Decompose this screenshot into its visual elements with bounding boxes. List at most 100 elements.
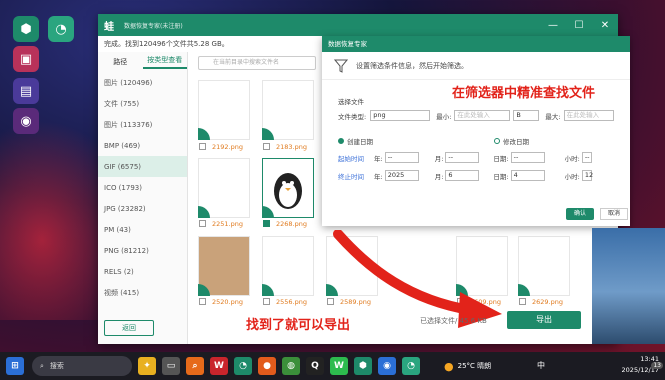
file-checkbox[interactable]: [519, 298, 526, 305]
category-item[interactable]: RELS (2): [98, 261, 187, 282]
filter-dialog: 数据恢复专家 设置筛选条件信息，然后开始筛选。 选择文件 文件类型: png 最…: [322, 36, 630, 226]
file-thumbnail[interactable]: [198, 158, 250, 218]
search-input[interactable]: 在当前目录中搜索文件名: [198, 56, 316, 70]
radio-modified[interactable]: [494, 138, 500, 144]
search-icon: ⌕: [40, 361, 44, 370]
category-item[interactable]: PM (43): [98, 219, 187, 240]
file-checkbox[interactable]: [263, 143, 270, 150]
app-teal-icon[interactable]: ◔: [402, 357, 420, 375]
start-month-select[interactable]: --: [445, 152, 480, 163]
max-input[interactable]: 在此处输入: [563, 110, 614, 121]
file-name: 2629.png: [532, 298, 563, 306]
penguin-image: [274, 173, 302, 209]
wechat-icon[interactable]: W: [330, 357, 348, 375]
export-button[interactable]: 导出: [507, 311, 581, 329]
end-hour-select[interactable]: 12: [581, 170, 593, 181]
ime-indicator[interactable]: 中: [537, 360, 545, 371]
file-thumbnail[interactable]: [198, 236, 250, 296]
minimize-button[interactable]: —: [540, 20, 566, 31]
selection-info: 已选择文件/ 45.6 KB: [420, 317, 487, 325]
windows-start-icon[interactable]: ⊞: [6, 357, 24, 375]
widgets-icon[interactable]: ✦: [138, 357, 156, 375]
firefox-icon[interactable]: ●: [258, 357, 276, 375]
type-input[interactable]: png: [370, 110, 431, 121]
max-label: 最大:: [545, 112, 561, 121]
background-photo: [592, 228, 665, 344]
category-item[interactable]: JPG (23282): [98, 198, 187, 219]
category-item[interactable]: 图片 (113376): [98, 114, 187, 135]
category-item-selected[interactable]: GIF (6575): [98, 156, 187, 177]
app-green-icon[interactable]: ⬢: [354, 357, 372, 375]
radio-created-label: 创建日期: [347, 138, 373, 146]
start-year-select[interactable]: --: [384, 152, 419, 163]
weather-text[interactable]: 25°C 晴朗: [458, 361, 492, 371]
notification-badge[interactable]: 13: [651, 362, 663, 369]
start-year-label: 年:: [374, 154, 383, 163]
category-item[interactable]: 视频 (415): [98, 282, 187, 303]
taskbar-search-label: 搜索: [49, 362, 64, 370]
cancel-button[interactable]: 取消: [600, 208, 628, 220]
min-unit-select[interactable]: B: [513, 110, 540, 121]
task-view-icon[interactable]: ▭: [162, 357, 180, 375]
app-logo: 蛙: [104, 21, 114, 33]
app-blue-icon[interactable]: ◉: [378, 357, 396, 375]
app-title: 数据恢复专家(未注册): [124, 22, 183, 30]
end-day-select[interactable]: 4: [510, 170, 545, 181]
tab-by-type[interactable]: 按类型查看: [142, 55, 187, 69]
category-item[interactable]: PNG (81212): [98, 240, 187, 261]
back-button[interactable]: 返回: [104, 320, 154, 336]
file-thumbnail[interactable]: [198, 80, 250, 140]
desktop-recovery-icon[interactable]: ◔: [48, 16, 74, 42]
file-name: 2192.png: [212, 143, 243, 151]
start-month-label: 月:: [434, 154, 444, 163]
app-titlebar: 蛙 数据恢复专家(未注册) — ☐ ✕: [98, 14, 618, 36]
end-hour-label: 小时:: [564, 172, 580, 181]
file-checkbox[interactable]: [199, 298, 206, 305]
red-arrow-icon: [333, 230, 502, 328]
type-label: 文件类型:: [338, 112, 367, 121]
qq-icon[interactable]: Q: [306, 357, 324, 375]
min-input[interactable]: 在此处输入: [454, 110, 511, 121]
file-checkbox-checked[interactable]: [263, 220, 270, 227]
funnel-icon: [334, 59, 348, 73]
file-name: 2520.png: [212, 298, 243, 306]
start-hour-select[interactable]: --: [581, 152, 592, 163]
radio-created[interactable]: [338, 138, 344, 144]
category-item[interactable]: 图片 (120496): [98, 72, 187, 93]
file-checkbox[interactable]: [263, 298, 270, 305]
desktop-monitor-icon[interactable]: ▣: [13, 46, 39, 72]
file-checkbox[interactable]: [199, 220, 206, 227]
category-item[interactable]: BMP (469): [98, 135, 187, 156]
file-thumbnail[interactable]: [262, 80, 314, 140]
file-thumbnail-selected[interactable]: [262, 158, 314, 218]
confirm-button[interactable]: 确认: [566, 208, 594, 220]
start-day-select[interactable]: --: [510, 152, 545, 163]
app-search-icon[interactable]: ⌕: [186, 357, 204, 375]
category-item[interactable]: 文件 (755): [98, 93, 187, 114]
chrome-icon[interactable]: ◍: [282, 357, 300, 375]
weather-icon: ●: [444, 359, 454, 373]
file-name: 2183.png: [276, 143, 307, 151]
recovery-app-icon[interactable]: ◔: [234, 357, 252, 375]
file-name: 2556.png: [276, 298, 307, 306]
desktop-app2-icon[interactable]: ◉: [13, 108, 39, 134]
desktop-folder-icon[interactable]: ▤: [13, 78, 39, 104]
wps-icon[interactable]: W: [210, 357, 228, 375]
close-button[interactable]: ✕: [592, 20, 618, 31]
category-item[interactable]: ICO (1793): [98, 177, 187, 198]
file-thumbnail[interactable]: [262, 236, 314, 296]
start-label: 起始时间: [338, 154, 364, 163]
file-checkbox[interactable]: [199, 143, 206, 150]
taskbar: ⊞ ⌕ 搜索 ✦ ▭ ⌕ W ◔ ● ◍ Q W ⬢ ◉ ◔ ● 25°C 晴朗…: [0, 352, 665, 380]
maximize-button[interactable]: ☐: [566, 20, 592, 31]
end-month-select[interactable]: 6: [445, 170, 480, 181]
taskbar-search[interactable]: ⌕ 搜索: [32, 356, 132, 376]
end-day-label: 日期:: [493, 172, 509, 181]
annotation-bottom: 找到了就可以导出: [246, 318, 351, 333]
desktop-app-icon[interactable]: ⬢: [13, 16, 39, 42]
tab-path[interactable]: 路径: [98, 57, 143, 67]
end-year-select[interactable]: 2025: [384, 170, 419, 181]
end-month-label: 月:: [434, 172, 444, 181]
start-hour-label: 小时:: [564, 154, 580, 163]
file-thumbnail[interactable]: [518, 236, 570, 296]
